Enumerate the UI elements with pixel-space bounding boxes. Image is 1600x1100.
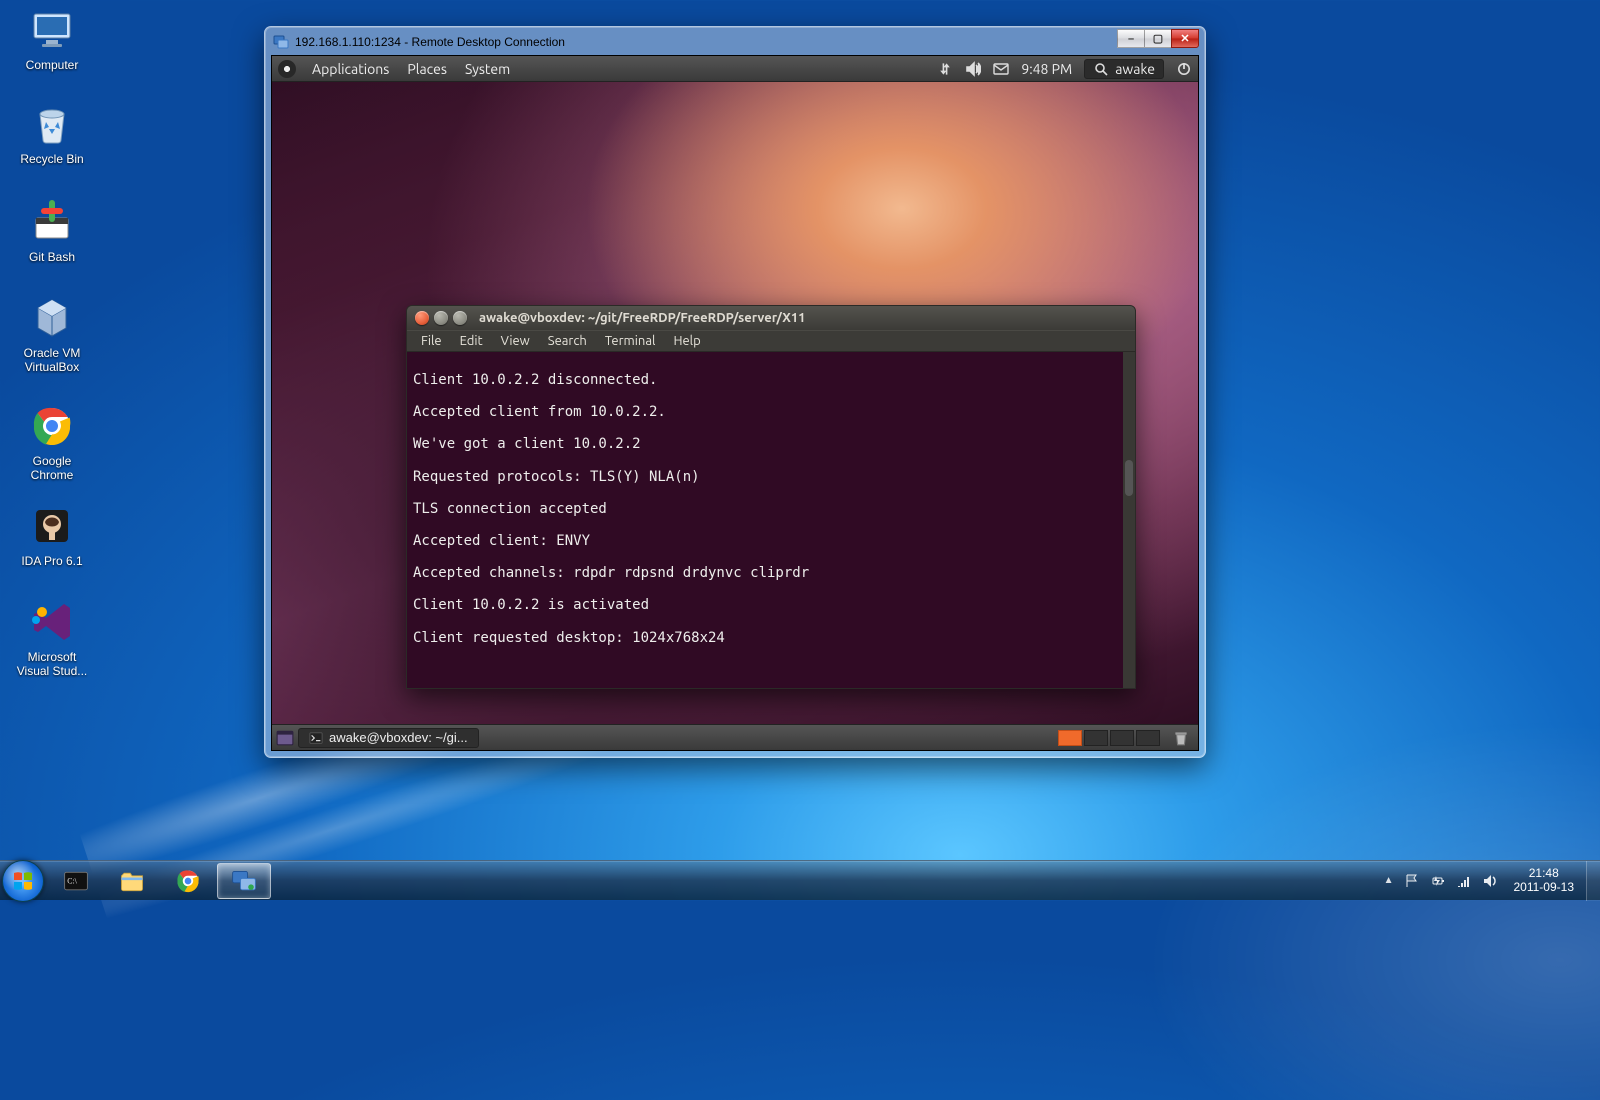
terminal-menu-view[interactable]: View — [493, 333, 538, 349]
terminal-icon — [309, 731, 323, 745]
network-icon[interactable] — [937, 61, 953, 77]
desktop-icon-recycle-bin[interactable]: Recycle Bin — [4, 100, 100, 166]
close-button[interactable]: ✕ — [1171, 29, 1199, 48]
user-menu[interactable]: awake — [1084, 59, 1164, 79]
icon-label: Recycle Bin — [4, 152, 100, 166]
gnome-bottom-panel[interactable]: awake@vboxdev: ~/gi... — [272, 724, 1198, 750]
terminal-menubar[interactable]: File Edit View Search Terminal Help — [407, 330, 1135, 352]
minimize-button[interactable]: – — [1117, 29, 1145, 48]
tray-flag-icon[interactable] — [1404, 873, 1420, 889]
rdp-client-area[interactable]: Applications Places System 9:48 PM awake — [271, 55, 1199, 751]
gnome-clock[interactable]: 9:48 PM — [1021, 61, 1072, 77]
terminal-minimize-button[interactable] — [434, 311, 448, 325]
svg-text:C:\: C:\ — [67, 876, 77, 885]
gnome-top-panel[interactable]: Applications Places System 9:48 PM awake — [272, 56, 1198, 82]
desktop-icon-virtualbox[interactable]: Oracle VM VirtualBox — [4, 294, 100, 375]
applications-menu[interactable]: Applications — [304, 56, 397, 81]
terminal-menu-edit[interactable]: Edit — [452, 333, 491, 349]
terminal-window-controls — [415, 311, 467, 325]
terminal-menu-terminal[interactable]: Terminal — [597, 333, 664, 349]
computer-icon — [28, 6, 76, 54]
tray-network-icon[interactable] — [1456, 873, 1472, 889]
show-desktop-button[interactable] — [1586, 861, 1600, 901]
rdp-app-icon — [273, 34, 289, 50]
icon-label: Microsoft Visual Stud... — [4, 650, 100, 679]
virtualbox-icon — [28, 294, 76, 342]
icon-label: IDA Pro 6.1 — [4, 554, 100, 568]
gnome-terminal[interactable]: awake@vboxdev: ~/git/FreeRDP/FreeRDP/ser… — [406, 305, 1136, 689]
taskbar-rdp[interactable] — [217, 863, 271, 899]
rdp-titlebar[interactable]: 192.168.1.110:1234 - Remote Desktop Conn… — [273, 31, 1199, 53]
terminal-menu-search[interactable]: Search — [540, 333, 595, 349]
task-label: awake@vboxdev: ~/gi... — [329, 730, 468, 745]
system-tray[interactable]: ▲ 21:48 2011-09-13 — [1378, 867, 1586, 895]
clock-date: 2011-09-13 — [1514, 881, 1575, 895]
show-desktop-icon[interactable] — [276, 729, 294, 747]
gnome-user: awake — [1115, 61, 1155, 77]
workspace-2[interactable] — [1084, 730, 1108, 746]
start-button[interactable] — [2, 860, 44, 902]
terminal-maximize-button[interactable] — [453, 311, 467, 325]
taskbar-explorer[interactable] — [105, 863, 159, 899]
window-controls: – ▢ ✕ — [1118, 29, 1199, 48]
terminal-line: Client 10.0.2.2 is activated — [413, 597, 1117, 613]
terminal-line: We've got a client 10.0.2.2 — [413, 436, 1117, 452]
terminal-line: Requested protocols: TLS(Y) NLA(n) — [413, 469, 1117, 485]
taskbar-chrome[interactable] — [161, 863, 215, 899]
ubuntu-desktop[interactable]: Applications Places System 9:48 PM awake — [272, 56, 1198, 750]
chrome-icon — [28, 402, 76, 450]
workspace-3[interactable] — [1110, 730, 1134, 746]
terminal-menu-help[interactable]: Help — [665, 333, 708, 349]
power-icon[interactable] — [1176, 61, 1192, 77]
mail-icon[interactable] — [993, 61, 1009, 77]
taskbar-cmd[interactable]: C:\ — [49, 863, 103, 899]
terminal-line: Client requested desktop: 1024x768x24 — [413, 630, 1117, 646]
workspace-4[interactable] — [1136, 730, 1160, 746]
system-menu[interactable]: System — [457, 56, 518, 81]
windows-taskbar[interactable]: C:\ ▲ 21:48 2011-09-13 — [0, 860, 1600, 900]
rdp-title: 192.168.1.110:1234 - Remote Desktop Conn… — [295, 35, 565, 49]
places-menu[interactable]: Places — [399, 56, 455, 81]
terminal-line: Accepted channels: rdpdr rdpsnd drdynvc … — [413, 565, 1117, 581]
clock-time: 21:48 — [1529, 867, 1559, 881]
ida-icon — [28, 502, 76, 550]
trash-icon[interactable] — [1172, 729, 1190, 747]
terminal-titlebar[interactable]: awake@vboxdev: ~/git/FreeRDP/FreeRDP/ser… — [407, 306, 1135, 330]
search-icon — [1093, 61, 1109, 77]
workspace-1[interactable] — [1058, 730, 1082, 746]
tray-volume-icon[interactable] — [1482, 873, 1498, 889]
desktop-icon-chrome[interactable]: Google Chrome — [4, 402, 100, 483]
tray-power-icon[interactable] — [1430, 873, 1446, 889]
terminal-line: Accepted client from 10.0.2.2. — [413, 404, 1117, 420]
recycle-bin-icon — [28, 100, 76, 148]
terminal-title: awake@vboxdev: ~/git/FreeRDP/FreeRDP/ser… — [479, 311, 806, 325]
desktop-icon-ida[interactable]: IDA Pro 6.1 — [4, 502, 100, 568]
icon-label: Oracle VM VirtualBox — [4, 346, 100, 375]
workspace-switcher[interactable] — [1058, 730, 1160, 746]
ubuntu-logo-icon[interactable] — [278, 60, 296, 78]
taskbar-clock[interactable]: 21:48 2011-09-13 — [1508, 867, 1581, 895]
desktop-icon-git-bash[interactable]: Git Bash — [4, 198, 100, 264]
rdp-window[interactable]: 192.168.1.110:1234 - Remote Desktop Conn… — [264, 26, 1206, 758]
icon-label: Google Chrome — [4, 454, 100, 483]
terminal-output[interactable]: Client 10.0.2.2 disconnected. Accepted c… — [407, 352, 1135, 688]
terminal-menu-file[interactable]: File — [413, 333, 450, 349]
desktop-icon-computer[interactable]: Computer — [4, 6, 100, 72]
terminal-line: Accepted client: ENVY — [413, 533, 1117, 549]
desktop-icon-visual-studio[interactable]: Microsoft Visual Stud... — [4, 598, 100, 679]
git-bash-icon — [28, 198, 76, 246]
maximize-button[interactable]: ▢ — [1144, 29, 1172, 48]
icon-label: Git Bash — [4, 250, 100, 264]
tray-chevron-icon[interactable]: ▲ — [1384, 875, 1394, 886]
icon-label: Computer — [4, 58, 100, 72]
taskbar-terminal-task[interactable]: awake@vboxdev: ~/gi... — [298, 728, 479, 748]
terminal-line: TLS connection accepted — [413, 501, 1117, 517]
terminal-line: Client 10.0.2.2 disconnected. — [413, 372, 1117, 388]
volume-icon[interactable] — [965, 61, 981, 77]
terminal-close-button[interactable] — [415, 311, 429, 325]
visual-studio-icon — [28, 598, 76, 646]
